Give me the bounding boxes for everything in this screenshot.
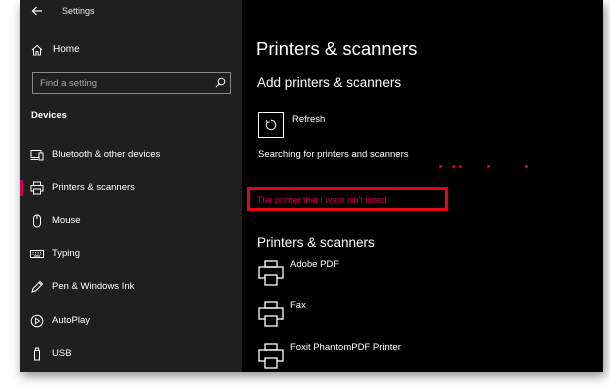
sidebar-item-label: AutoPlay xyxy=(52,315,91,326)
printers-heading: Printers & scanners xyxy=(257,235,375,250)
pen-icon xyxy=(31,280,44,293)
progress-dot xyxy=(439,165,442,168)
add-printers-heading: Add printers & scanners xyxy=(257,75,402,90)
sidebar-item-printers[interactable]: Printers & scanners xyxy=(20,176,242,200)
back-arrow-icon[interactable] xyxy=(30,4,44,18)
printer-item[interactable]: Foxit PhantomPDF Printer xyxy=(256,342,556,372)
keyboard-icon xyxy=(30,250,44,258)
printer-icon xyxy=(258,343,284,369)
progress-dot xyxy=(459,165,462,168)
search-icon[interactable] xyxy=(215,77,226,88)
bluetooth-devices-icon xyxy=(30,150,44,161)
sidebar-item-label: Printers & scanners xyxy=(52,182,135,193)
searching-status: Searching for printers and scanners xyxy=(258,149,409,160)
progress-dot xyxy=(452,165,455,168)
printer-icon xyxy=(258,301,284,327)
page-title: Printers & scanners xyxy=(256,38,418,59)
search-input[interactable] xyxy=(33,73,203,93)
sidebar-item-autoplay[interactable]: AutoPlay xyxy=(20,309,242,333)
sidebar-item-label: Pen & Windows Ink xyxy=(52,281,135,292)
mouse-icon xyxy=(33,214,41,228)
settings-window: Settings Home Devices Bluetooth & other … xyxy=(20,0,603,372)
usb-icon xyxy=(34,347,40,361)
refresh-button[interactable] xyxy=(258,112,284,138)
printer-item[interactable]: Fax xyxy=(256,300,556,334)
sidebar-item-typing[interactable]: Typing xyxy=(20,242,242,266)
autoplay-icon xyxy=(30,314,44,328)
sidebar-item-bluetooth[interactable]: Bluetooth & other devices xyxy=(20,143,242,167)
refresh-label[interactable]: Refresh xyxy=(292,114,325,125)
printer-icon xyxy=(30,181,44,195)
sidebar-item-label: Bluetooth & other devices xyxy=(52,149,161,160)
sidebar-item-mouse[interactable]: Mouse xyxy=(20,209,242,233)
printer-not-listed-link[interactable]: The printer that I want isn't listed xyxy=(257,195,386,205)
sidebar-item-label: USB xyxy=(52,348,72,359)
printer-name: Foxit PhantomPDF Printer xyxy=(290,342,401,353)
home-icon xyxy=(31,44,43,56)
progress-dot xyxy=(487,165,490,168)
progress-dot xyxy=(525,165,528,168)
search-box[interactable] xyxy=(32,72,231,94)
printer-name: Adobe PDF xyxy=(290,259,340,270)
sidebar-item-usb[interactable]: USB xyxy=(20,342,242,366)
sidebar-item-pen[interactable]: Pen & Windows Ink xyxy=(20,275,242,299)
refresh-icon xyxy=(265,119,277,131)
section-title: Devices xyxy=(31,110,67,121)
printer-icon xyxy=(258,260,284,286)
printer-name: Fax xyxy=(290,300,306,311)
home-label: Home xyxy=(53,44,80,55)
sidebar-item-label: Mouse xyxy=(52,215,81,226)
sidebar-home[interactable]: Home xyxy=(20,38,242,62)
title-bar: Settings xyxy=(20,0,242,24)
app-title: Settings xyxy=(62,6,95,16)
selection-indicator xyxy=(20,180,23,196)
printer-item[interactable]: Adobe PDF xyxy=(256,259,556,293)
main-content: Printers & scanners Add printers & scann… xyxy=(242,0,603,372)
sidebar-item-label: Typing xyxy=(52,248,80,259)
sidebar: Settings Home Devices Bluetooth & other … xyxy=(20,0,242,372)
